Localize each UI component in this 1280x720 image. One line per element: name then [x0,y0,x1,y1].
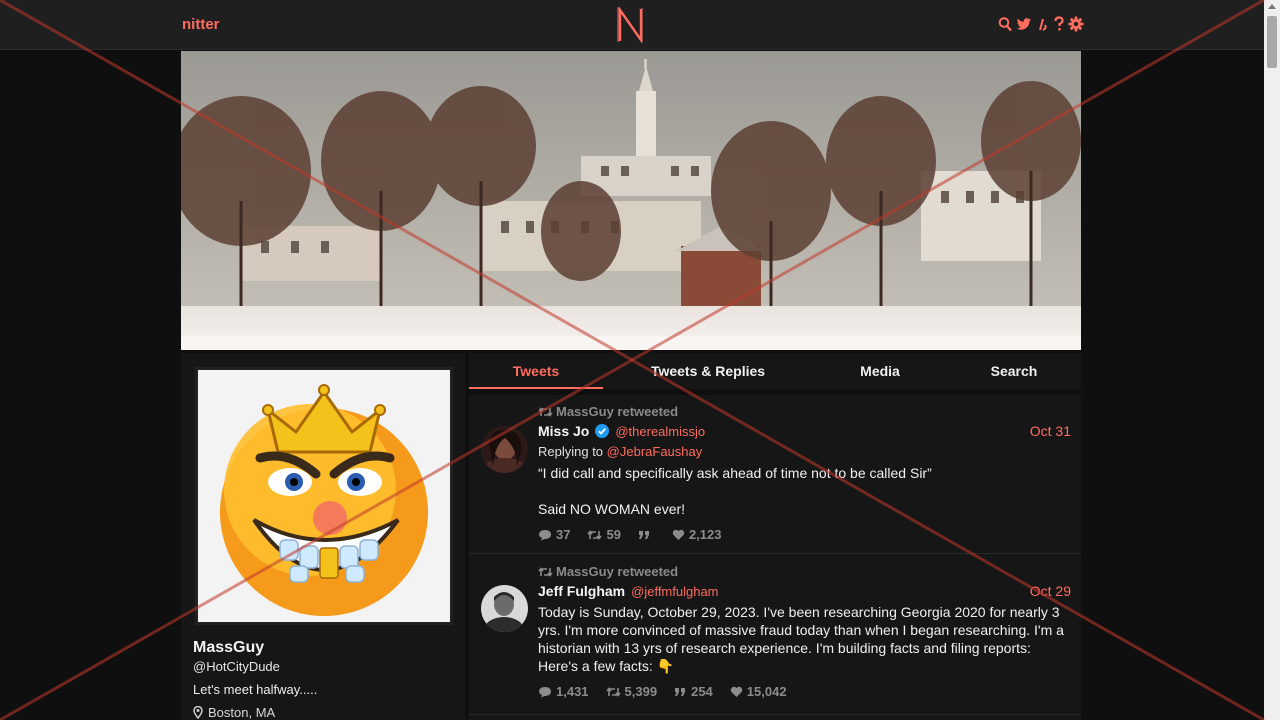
replying-label: Replying to [538,444,604,459]
like-count-text: 2,123 [688,527,722,542]
retweet-count-text: 5,399 [624,684,658,699]
tweet-stats: 37 59 2,123 [538,527,721,542]
nitter-logo[interactable] [617,7,645,43]
tweet-item[interactable]: MassGuy retweeted Miss Jo @therealmissjo… [469,395,1081,554]
like-count[interactable]: 2,123 [672,527,722,542]
comment-icon [539,686,551,697]
location-text: Boston, MA [208,705,276,720]
tweet-avatar[interactable] [481,426,528,473]
tweet-header: Miss Jo @therealmissjo [538,423,705,439]
timeline-tabs: Tweets Tweets & Replies Media Search [469,353,1081,389]
tweet-item[interactable]: MassGuy retweeted Jeff Fulgham @jeffmful… [469,555,1081,715]
tweet-text: Today is Sunday, October 29, 2023. I've … [538,604,1064,674]
retweet-header: MassGuy retweeted [538,404,678,419]
retweet-icon [538,406,553,417]
tweet-header: Jeff Fulgham @jeffmfulgham [538,583,719,599]
reply-count[interactable]: 37 [538,527,570,542]
retweet-label: MassGuy retweeted [556,564,679,579]
reply-count[interactable]: 1,431 [538,684,589,699]
twitter-icon[interactable] [1016,16,1032,32]
retweet-count-text: 59 [606,527,621,542]
reply-count-text: 37 [556,527,571,542]
replying-to: Replying to @JebraFaushay [538,444,702,459]
retweet-count[interactable]: 59 [587,527,621,542]
tweet-author-name[interactable]: Jeff Fulgham [538,583,625,599]
comment-icon [539,529,551,540]
tweet-author-handle[interactable]: @jeffmfulgham [631,584,718,599]
tweet-date[interactable]: Oct 29 [1030,583,1071,599]
profile-card: MassGuy @HotCityDude Let's meet halfway.… [181,353,465,720]
tweet-date[interactable]: Oct 31 [1030,423,1071,439]
heart-icon [672,529,685,540]
search-icon[interactable] [998,16,1012,32]
replying-to-link[interactable]: @JebraFaushay [607,444,703,459]
tab-search[interactable]: Search [947,353,1081,389]
scroll-up-arrow-icon[interactable] [1268,4,1276,9]
profile-avatar[interactable] [195,367,453,625]
profile-name[interactable]: MassGuy [193,639,264,657]
scrollbar-thumb[interactable] [1267,16,1277,68]
location-pin-icon [193,706,203,719]
tweet-author-handle[interactable]: @therealmissjo [615,424,705,439]
tweet-stats: 1,431 5,399 254 15,042 [538,684,787,699]
retweet-header: MassGuy retweeted [538,564,678,579]
retweet-icon [538,566,553,577]
retweet-icon [605,686,621,697]
quote-count[interactable]: 254 [674,684,713,699]
page-scrollbar[interactable] [1264,0,1280,720]
quote-icon [675,687,686,696]
profile-location: Boston, MA [193,705,275,720]
settings-icon[interactable] [1068,16,1084,32]
quote-icon [638,530,649,539]
timeline: MassGuy retweeted Miss Jo @therealmissjo… [469,395,1081,720]
rss-icon[interactable] [1036,16,1050,32]
profile-bio: Let's meet halfway..... [193,682,318,697]
reply-count-text: 1,431 [556,684,589,699]
quote-count[interactable] [638,527,655,542]
top-nav: nitter [0,0,1264,50]
brand-link[interactable]: nitter [182,16,220,33]
retweet-icon [587,529,603,540]
tweet-text-line: “I did call and specifically ask ahead o… [538,465,932,481]
tweet-avatar[interactable] [481,585,528,632]
tab-tweets[interactable]: Tweets [469,353,603,389]
profile-handle[interactable]: @HotCityDude [193,659,280,674]
tweet-text: “I did call and specifically ask ahead o… [538,464,1068,518]
tweet-text-line: Said NO WOMAN ever! [538,501,686,517]
tab-media[interactable]: Media [813,353,947,389]
profile-banner[interactable] [181,51,1081,350]
tweet-author-name[interactable]: Miss Jo [538,423,589,439]
nav-icons [998,16,1084,32]
heart-icon [730,686,742,697]
help-icon[interactable] [1054,16,1064,32]
quote-count-text: 254 [691,684,713,699]
like-count-text: 15,042 [746,684,787,699]
like-count[interactable]: 15,042 [730,684,787,699]
retweet-label: MassGuy retweeted [556,404,679,419]
tab-tweets-replies[interactable]: Tweets & Replies [603,353,813,389]
verified-badge-icon [595,424,610,438]
retweet-count[interactable]: 5,399 [605,684,658,699]
